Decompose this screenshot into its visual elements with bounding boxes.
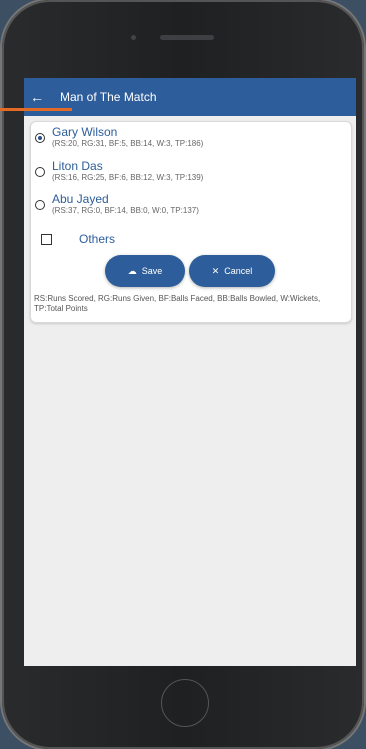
player-name: Liton Das (52, 159, 103, 173)
page-title: Man of The Match (60, 90, 157, 104)
others-label[interactable]: Others (79, 232, 115, 246)
radio-button[interactable] (35, 200, 45, 210)
player-name: Abu Jayed (52, 192, 109, 206)
phone-frame: ← Man of The Match Gary Wilson (RS:20, R… (2, 0, 364, 749)
save-button[interactable]: ☁ Save (105, 255, 185, 287)
legend-text: RS:Runs Scored, RG:Runs Given, BF:Balls … (34, 294, 321, 313)
others-checkbox[interactable] (41, 234, 52, 245)
player-option[interactable]: Abu Jayed (RS:37, RG:0, BF:14, BB:0, W:0… (35, 192, 199, 216)
radio-button[interactable] (35, 133, 45, 143)
player-stats: (RS:37, RG:0, BF:14, BB:0, W:0, TP:137) (52, 206, 199, 215)
screen: ← Man of The Match Gary Wilson (RS:20, R… (24, 78, 356, 666)
save-label: Save (141, 266, 163, 276)
player-option[interactable]: Gary Wilson (RS:20, RG:31, BF:5, BB:14, … (35, 125, 203, 149)
camera (131, 35, 136, 40)
cancel-button[interactable]: ✕ Cancel (189, 255, 275, 287)
player-name: Gary Wilson (52, 125, 118, 139)
radio-button[interactable] (35, 167, 45, 177)
player-option[interactable]: Liton Das (RS:16, RG:25, BF:6, BB:12, W:… (35, 159, 203, 183)
arrow-left-icon[interactable]: ← (24, 89, 50, 105)
cancel-label: Cancel (224, 266, 253, 276)
selection-card: Gary Wilson (RS:20, RG:31, BF:5, BB:14, … (30, 121, 352, 323)
close-icon: ✕ (211, 265, 220, 276)
player-stats: (RS:16, RG:25, BF:6, BB:12, W:3, TP:139) (52, 173, 204, 182)
player-stats: (RS:20, RG:31, BF:5, BB:14, W:3, TP:186) (52, 139, 204, 148)
cloud-upload-icon: ☁ (127, 265, 137, 276)
app-bar: ← Man of The Match (24, 78, 356, 116)
speaker (160, 35, 214, 40)
home-button[interactable] (161, 679, 209, 727)
accent-line (0, 108, 72, 111)
